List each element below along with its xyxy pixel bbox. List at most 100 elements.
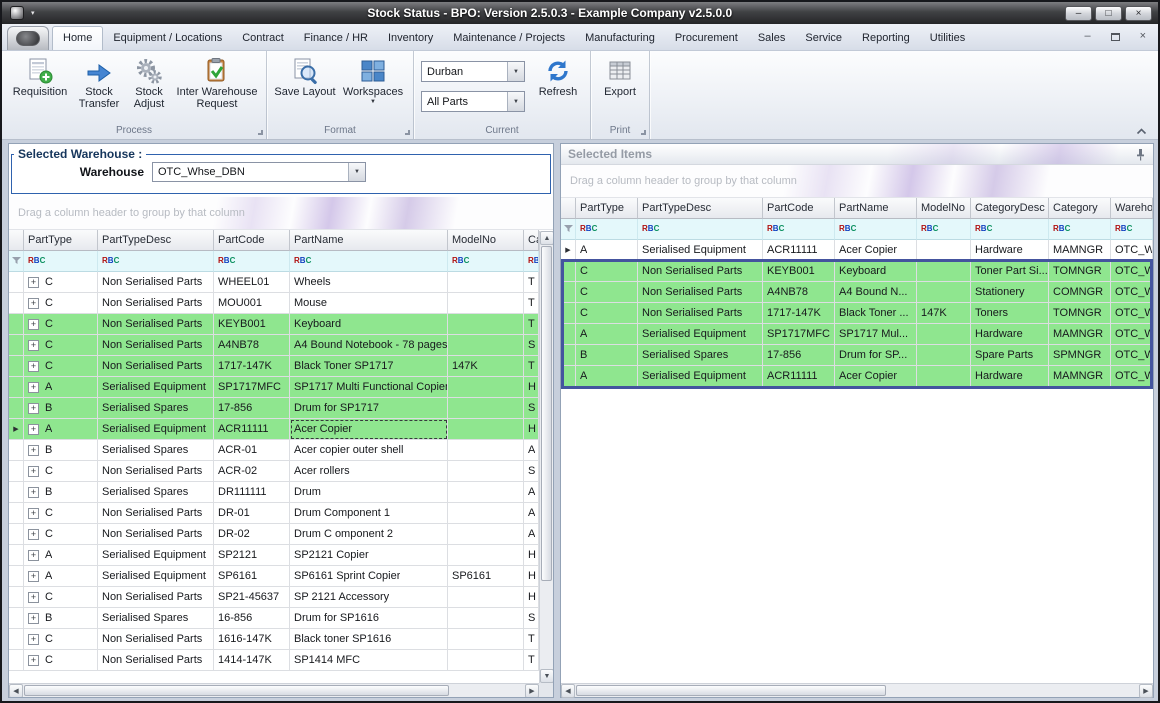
expand-icon[interactable]: +: [28, 592, 39, 603]
column-header-parttypedesc[interactable]: PartTypeDesc: [638, 198, 763, 219]
cell-parttypedesc[interactable]: Non Serialised Parts: [98, 587, 214, 608]
close-button[interactable]: ×: [1125, 6, 1152, 21]
child-minimize-icon[interactable]: –: [1084, 31, 1090, 42]
expand-icon[interactable]: +: [28, 550, 39, 561]
cell-category[interactable]: COMNGR: [1049, 282, 1111, 303]
table-row[interactable]: +CNon Serialised Parts1717-147KBlack Ton…: [9, 356, 539, 377]
export-button[interactable]: Export: [596, 54, 644, 100]
cell-partcode[interactable]: SP1717MFC: [763, 324, 835, 345]
table-row[interactable]: +CNon Serialised PartsA4NB78A4 Bound Not…: [9, 335, 539, 356]
table-row[interactable]: +ASerialised EquipmentSP2121SP2121 Copie…: [9, 545, 539, 566]
column-header-category[interactable]: Category: [524, 230, 539, 251]
cell-partname[interactable]: Drum Component 1: [290, 503, 448, 524]
cell-category[interactable]: MAMNGR: [1049, 324, 1111, 345]
cell-modelno[interactable]: [448, 524, 524, 545]
cell-parttype[interactable]: +A: [24, 566, 98, 587]
cell-parttypedesc[interactable]: Serialised Spares: [98, 440, 214, 461]
dropdown-arrow-icon[interactable]: ▼: [507, 62, 524, 81]
cell-category[interactable]: H: [524, 566, 539, 587]
cell-parttypedesc[interactable]: Serialised Equipment: [98, 566, 214, 587]
table-row[interactable]: BSerialised Spares17-856Drum for SP...Sp…: [561, 345, 1153, 366]
cell-partcode[interactable]: ACR-01: [214, 440, 290, 461]
cell-partcode[interactable]: SP1717MFC: [214, 377, 290, 398]
cell-warehouse[interactable]: OTC_W: [1111, 324, 1153, 345]
column-header-partname[interactable]: PartName: [290, 230, 448, 251]
cell-partcode[interactable]: KEYB001: [214, 314, 290, 335]
stock-transfer-button[interactable]: Stock Transfer: [73, 54, 125, 112]
expand-icon[interactable]: +: [28, 424, 39, 435]
cell-partcode[interactable]: DR-01: [214, 503, 290, 524]
table-row[interactable]: ASerialised EquipmentSP1717MFCSP1717 Mul…: [561, 324, 1153, 345]
cell-parttypedesc[interactable]: Non Serialised Parts: [98, 356, 214, 377]
cell-partname[interactable]: Drum for SP1717: [290, 398, 448, 419]
cell-warehouse[interactable]: OTC_W: [1111, 366, 1153, 387]
expand-icon[interactable]: +: [28, 613, 39, 624]
cell-parttypedesc[interactable]: Non Serialised Parts: [98, 524, 214, 545]
cell-warehouse[interactable]: OTC_W: [1111, 282, 1153, 303]
cell-partcode[interactable]: ACR11111: [763, 366, 835, 387]
expand-icon[interactable]: +: [28, 277, 39, 288]
cell-partname[interactable]: Acer Copier: [835, 366, 917, 387]
cell-parttypedesc[interactable]: Serialised Equipment: [98, 377, 214, 398]
site-dropdown[interactable]: Durban ▼: [421, 61, 525, 82]
cell-partcode[interactable]: KEYB001: [763, 261, 835, 282]
tab-inventory[interactable]: Inventory: [378, 28, 443, 50]
scroll-down-arrow[interactable]: ▼: [540, 669, 553, 683]
cell-modelno[interactable]: 147K: [917, 303, 971, 324]
cell-parttypedesc[interactable]: Serialised Spares: [98, 608, 214, 629]
cell-category[interactable]: H: [524, 377, 539, 398]
cell-modelno[interactable]: [448, 440, 524, 461]
cell-partname[interactable]: A4 Bound N...: [835, 282, 917, 303]
inter-warehouse-request-button[interactable]: Inter Warehouse Request: [173, 54, 261, 112]
parts-filter-dropdown[interactable]: All Parts ▼: [421, 91, 525, 112]
column-header-partcode[interactable]: PartCode: [763, 198, 835, 219]
cell-partname[interactable]: SP1717 Multi Functional Copier: [290, 377, 448, 398]
cell-partname[interactable]: Black toner SP1616: [290, 629, 448, 650]
expand-icon[interactable]: +: [28, 403, 39, 414]
cell-modelno[interactable]: [917, 282, 971, 303]
child-restore-icon[interactable]: [1111, 33, 1120, 41]
table-row[interactable]: +CNon Serialised PartsDR-01Drum Componen…: [9, 503, 539, 524]
column-header-categorydesc[interactable]: CategoryDesc: [971, 198, 1049, 219]
cell-category[interactable]: S: [524, 461, 539, 482]
filter-cell-parttypedesc[interactable]: RBC: [638, 219, 763, 240]
cell-category[interactable]: S: [524, 608, 539, 629]
cell-parttype[interactable]: +C: [24, 650, 98, 671]
cell-partcode[interactable]: SP21-45637: [214, 587, 290, 608]
cell-category[interactable]: H: [524, 419, 539, 440]
cell-parttype[interactable]: +C: [24, 314, 98, 335]
scrollbar-thumb[interactable]: [24, 685, 449, 696]
filter-cell-partname[interactable]: RBC: [835, 219, 917, 240]
cell-parttype[interactable]: +A: [24, 419, 98, 440]
cell-partname[interactable]: SP1414 MFC: [290, 650, 448, 671]
cell-partcode[interactable]: 16-856: [214, 608, 290, 629]
filter-cell-categorydesc[interactable]: RBC: [971, 219, 1049, 240]
table-row[interactable]: ▶+ASerialised EquipmentACR11111Acer Copi…: [9, 419, 539, 440]
column-header-partname[interactable]: PartName: [835, 198, 917, 219]
pin-icon[interactable]: [1135, 148, 1146, 161]
table-row[interactable]: +BSerialised Spares17-856Drum for SP1717…: [9, 398, 539, 419]
cell-parttypedesc[interactable]: Serialised Spares: [98, 482, 214, 503]
cell-modelno[interactable]: [448, 461, 524, 482]
cell-parttype[interactable]: +C: [24, 587, 98, 608]
cell-parttype[interactable]: +C: [24, 524, 98, 545]
cell-partcode[interactable]: A4NB78: [214, 335, 290, 356]
cell-partname[interactable]: Mouse: [290, 293, 448, 314]
tab-service[interactable]: Service: [795, 28, 852, 50]
application-menu-button[interactable]: [7, 26, 49, 50]
table-row[interactable]: +BSerialised SparesDR111111DrumA: [9, 482, 539, 503]
expand-icon[interactable]: +: [28, 361, 39, 372]
cell-categorydesc[interactable]: Toners: [971, 303, 1049, 324]
tab-contract[interactable]: Contract: [232, 28, 294, 50]
cell-parttype[interactable]: +A: [24, 377, 98, 398]
cell-category[interactable]: T: [524, 650, 539, 671]
cell-partname[interactable]: Acer Copier: [290, 419, 448, 440]
filter-cell-partcode[interactable]: RBC: [763, 219, 835, 240]
cell-category[interactable]: S: [524, 398, 539, 419]
table-row[interactable]: ▶ASerialised EquipmentACR11111Acer Copie…: [561, 240, 1153, 261]
cell-parttype[interactable]: A: [576, 366, 638, 387]
scrollbar-thumb[interactable]: [576, 685, 886, 696]
filter-cell-modelno[interactable]: RBC: [448, 251, 524, 272]
cell-category[interactable]: A: [524, 440, 539, 461]
table-row[interactable]: +CNon Serialised PartsACR-02Acer rollers…: [9, 461, 539, 482]
